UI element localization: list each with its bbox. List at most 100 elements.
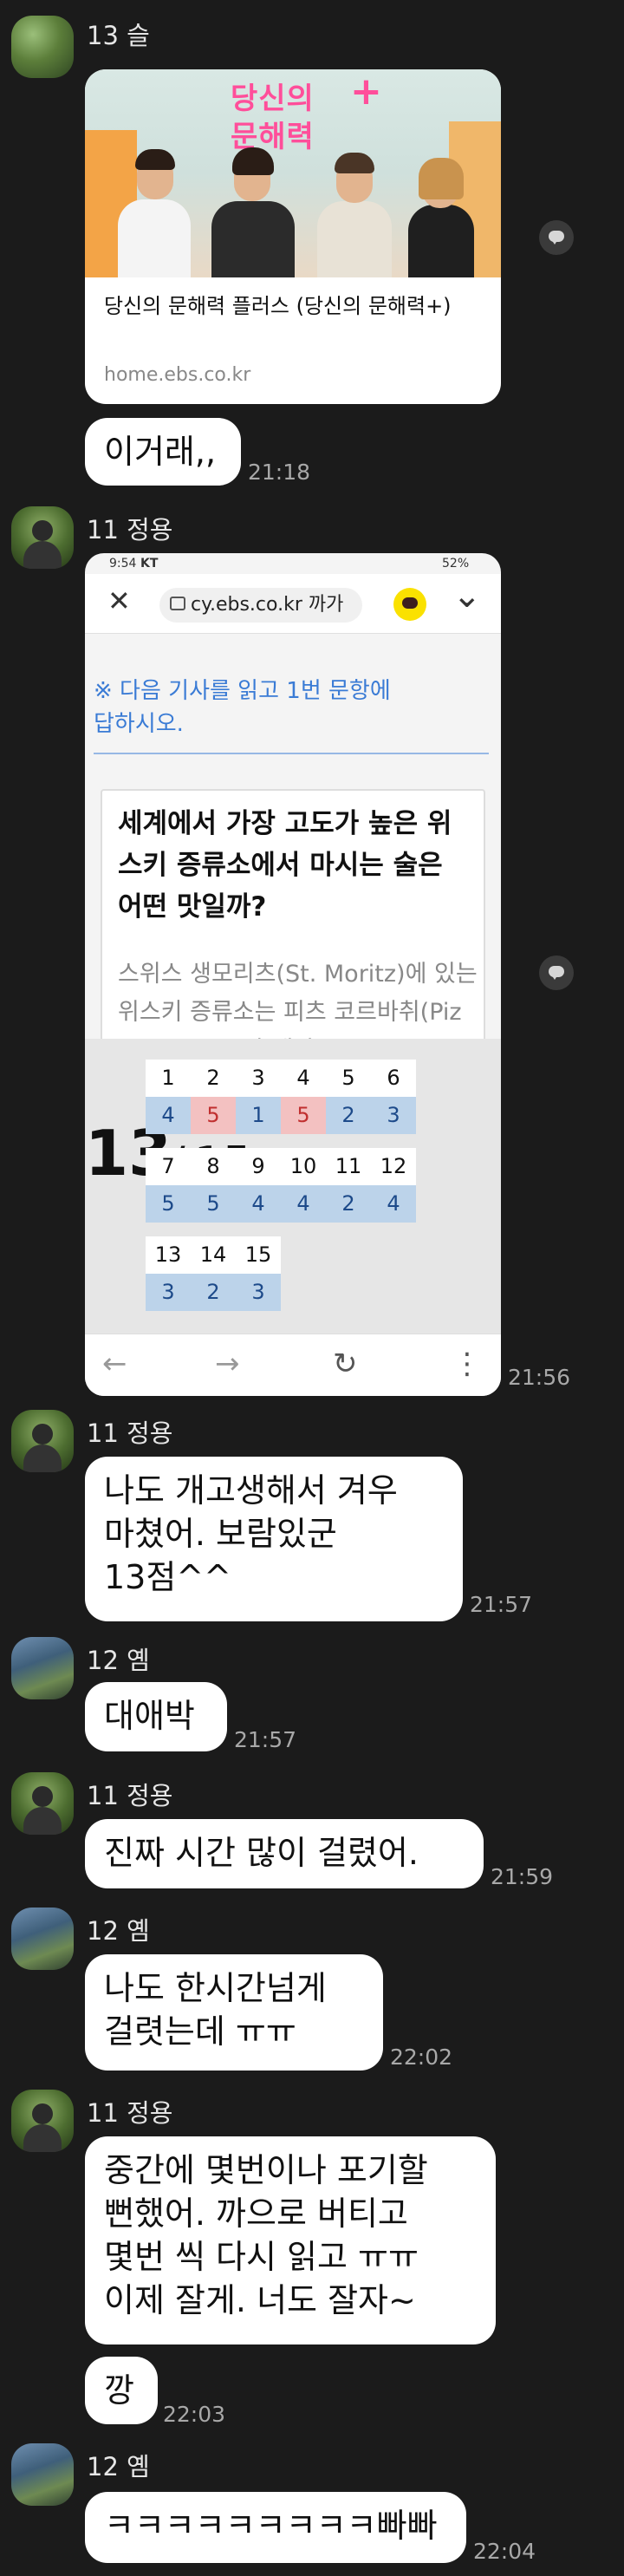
person-4 xyxy=(401,121,479,277)
status-time: 9:54 xyxy=(109,557,137,571)
question-number: 10 xyxy=(281,1148,326,1185)
divider xyxy=(94,753,489,754)
forward-icon[interactable]: → xyxy=(215,1347,240,1381)
answer-correct: 4 xyxy=(281,1185,326,1223)
answer-cell: 52 xyxy=(326,1060,371,1134)
answer-cell: 12 4 xyxy=(371,1148,416,1223)
answer-cell: 13 3 xyxy=(146,1236,191,1311)
answer-correct: 2 xyxy=(326,1185,371,1223)
message-time: 21:57 xyxy=(234,1727,297,1752)
message-time: 21:59 xyxy=(491,1864,554,1889)
answer-cell: 10 4 xyxy=(281,1148,326,1223)
message-bubble[interactable]: 나도 개고생해서 겨우 마쳤어. 보람있군 13점^^ xyxy=(85,1457,463,1621)
message-bubble[interactable]: 이거래,, xyxy=(85,418,241,486)
question-number: 7 xyxy=(146,1148,191,1185)
link-preview-url: home.ebs.co.kr xyxy=(104,364,251,386)
phone-status-bar: 9:54 KT 52% xyxy=(85,553,501,574)
logo-plus: + xyxy=(350,69,382,114)
url-bar[interactable]: cy.ebs.co.kr 까가 xyxy=(159,588,362,623)
sender-name: 12 옘 xyxy=(87,2452,150,2481)
avatar-jeongyong[interactable] xyxy=(11,1772,74,1835)
reload-icon[interactable]: ↻ xyxy=(333,1347,358,1381)
question-number: 1 xyxy=(146,1060,191,1097)
answer-correct: 3 xyxy=(371,1097,416,1134)
more-icon[interactable]: ⋮ xyxy=(452,1347,482,1381)
question-number: 9 xyxy=(236,1148,281,1185)
sender-name: 13 슬 xyxy=(87,21,150,50)
share-icon[interactable] xyxy=(539,955,574,990)
link-preview-image: 당신의 문해력 + xyxy=(85,69,501,277)
avatar-jeongyong[interactable] xyxy=(11,2090,74,2152)
message-time: 21:18 xyxy=(248,460,311,485)
question-number: 8 xyxy=(191,1148,236,1185)
message-bubble[interactable]: 나도 한시간넘게 걸렷는데 ㅠㅠ xyxy=(85,1954,383,2071)
browser-nav-bar: ← → ↻ ⋮ xyxy=(85,1334,501,1396)
url-text: cy.ebs.co.kr 까가 xyxy=(191,594,344,616)
answer-correct: 3 xyxy=(146,1274,191,1311)
back-icon[interactable]: ← xyxy=(102,1347,127,1381)
kakao-talk-icon[interactable] xyxy=(393,588,426,621)
chevron-down-icon[interactable]: ⌄ xyxy=(452,576,482,616)
sender-name: 11 정용 xyxy=(87,515,173,545)
avatar-yem[interactable] xyxy=(11,2443,74,2506)
status-carrier: KT xyxy=(140,557,159,571)
message-time: 22:02 xyxy=(390,2044,453,2070)
answer-cell: 11 2 xyxy=(326,1148,371,1223)
answer-correct: 4 xyxy=(146,1097,191,1134)
answer-wrong: 5 xyxy=(281,1097,326,1134)
sender-name: 12 옘 xyxy=(87,1916,150,1946)
answer-cell: 63 xyxy=(371,1060,416,1134)
avatar-seul[interactable] xyxy=(11,16,74,78)
sender-name: 12 옘 xyxy=(87,1646,150,1675)
answer-correct: 2 xyxy=(191,1274,236,1311)
answer-wrong: 5 xyxy=(191,1097,236,1134)
question-instruction-1: ※ 다음 기사를 읽고 1번 문항에 xyxy=(94,678,391,704)
lock-icon xyxy=(170,597,185,610)
question-number: 5 xyxy=(326,1060,371,1097)
answer-cell: 14 xyxy=(146,1060,191,1134)
person-3 xyxy=(310,121,397,277)
link-preview-title: 당신의 문해력 플러스 (당신의 문해력+) xyxy=(104,294,452,318)
question-number: 12 xyxy=(371,1148,416,1185)
question-number: 14 xyxy=(191,1236,236,1274)
question-number: 11 xyxy=(326,1148,371,1185)
article-title: 세계에서 가장 고도가 높은 위스키 증류소에서 마시는 술은 어떤 맛일까? xyxy=(118,808,452,923)
answer-cell: 75 xyxy=(146,1148,191,1223)
message-bubble[interactable]: 깡 xyxy=(85,2357,158,2424)
answer-cell: 94 xyxy=(236,1148,281,1223)
answer-cell: 25 xyxy=(191,1060,236,1134)
answer-correct: 3 xyxy=(236,1274,281,1311)
question-number: 6 xyxy=(371,1060,416,1097)
sender-name: 11 정용 xyxy=(87,1418,173,1448)
answer-cell: 45 xyxy=(281,1060,326,1134)
answer-correct: 4 xyxy=(236,1185,281,1223)
person-2 xyxy=(206,121,302,277)
message-time: 22:04 xyxy=(473,2539,536,2564)
message-bubble[interactable]: 대애박 xyxy=(85,1682,227,1751)
message-time: 21:57 xyxy=(470,1592,533,1617)
avatar-jeongyong[interactable] xyxy=(11,1410,74,1472)
question-number: 4 xyxy=(281,1060,326,1097)
avatar-yem[interactable] xyxy=(11,1908,74,1970)
link-preview-card[interactable]: 당신의 문해력 + 당신의 문해력 플러스 (당신의 문해력+) home.eb… xyxy=(85,69,501,404)
share-icon[interactable] xyxy=(539,220,574,255)
message-bubble[interactable]: 진짜 시간 많이 걸렸어. xyxy=(85,1819,484,1888)
answer-cell: 15 3 xyxy=(236,1236,281,1311)
answer-correct: 5 xyxy=(191,1185,236,1223)
shared-screenshot[interactable]: 9:54 KT 52% ✕ cy.ebs.co.kr 까가 ⌄ ※ 다음 기사를… xyxy=(85,553,501,1396)
message-time: 22:03 xyxy=(163,2402,226,2427)
question-instruction-2: 답하시오. xyxy=(94,711,184,737)
person-1 xyxy=(111,121,198,277)
question-number: 13 xyxy=(146,1236,191,1274)
answer-correct: 5 xyxy=(146,1185,191,1223)
answer-correct: 2 xyxy=(326,1097,371,1134)
answer-cell: 31 xyxy=(236,1060,281,1134)
avatar-yem[interactable] xyxy=(11,1637,74,1699)
message-bubble[interactable]: ㅋㅋㅋㅋㅋㅋㅋㅋㅋ빠빠 xyxy=(85,2492,466,2563)
logo-line-1: 당신의 xyxy=(231,82,315,116)
avatar-jeongyong[interactable] xyxy=(11,506,74,569)
message-bubble[interactable]: 중간에 몇번이나 포기할 뻔했어. 까으로 버티고 몇번 씩 다시 읽고 ㅠㅠ … xyxy=(85,2136,496,2344)
message-time: 21:56 xyxy=(508,1365,571,1390)
close-icon[interactable]: ✕ xyxy=(107,584,131,617)
sender-name: 11 정용 xyxy=(87,2098,173,2128)
